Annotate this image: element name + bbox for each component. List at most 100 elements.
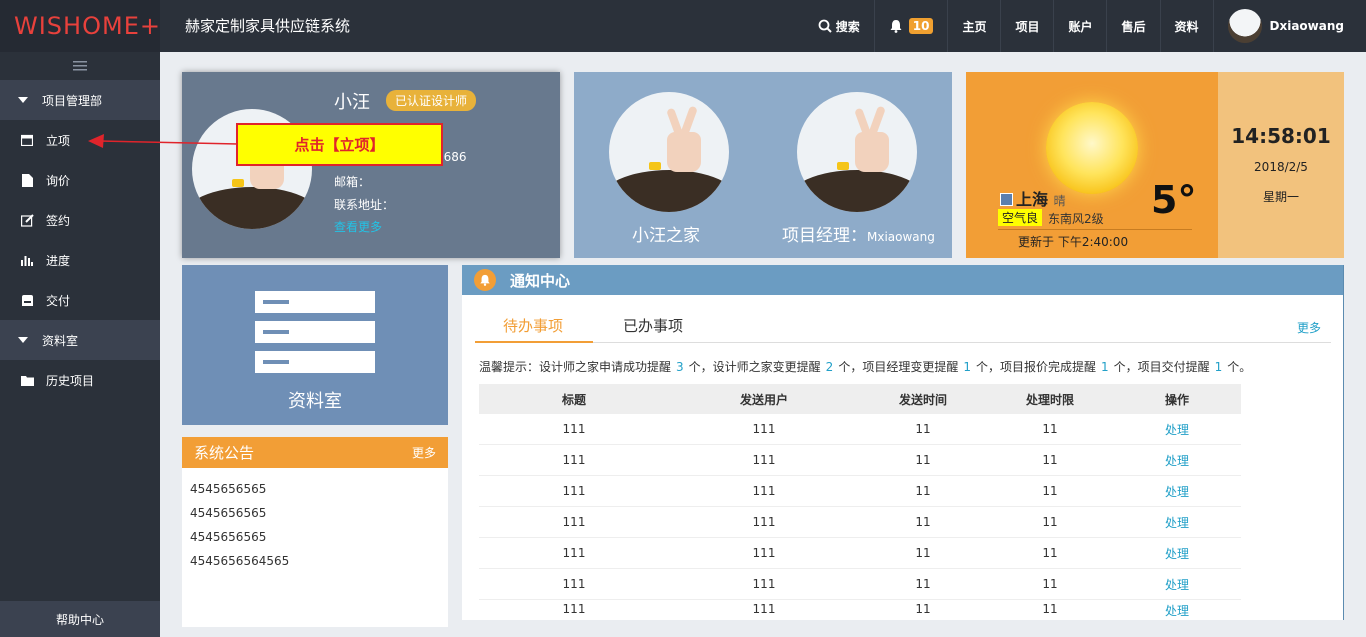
process-link[interactable]: 处理 [1113, 514, 1241, 531]
top-bar: WISHOME+ 赫家定制家具供应链系统 搜索 10 主页 项目 账户 售后 资… [0, 0, 1366, 52]
nav-home[interactable]: 主页 [947, 0, 1000, 52]
search-button[interactable]: 搜索 [804, 0, 874, 52]
clock-widget: 14:58:01 2018/2/5 星期一 [1218, 72, 1344, 258]
tip-count[interactable]: 1 [1101, 360, 1109, 374]
manager-prefix: 项目经理： [782, 226, 867, 246]
notification-tabs: 待办事项 已办事项 更多 [474, 313, 1331, 343]
tip-count[interactable]: 1 [963, 360, 971, 374]
sidebar-item-contract[interactable]: 签约 [0, 200, 160, 240]
notifications-more-link[interactable]: 更多 [1297, 319, 1321, 336]
sidebar-item-inquiry[interactable]: 询价 [0, 160, 160, 200]
search-icon [818, 19, 832, 33]
column-header: 发送时间 [898, 392, 947, 407]
sidebar-item-label: 签约 [46, 213, 71, 228]
location-dropdown-icon[interactable] [1000, 193, 1013, 206]
folder-icon [20, 373, 34, 387]
system-title: 赫家定制家具供应链系统 [185, 17, 351, 35]
weather-updated-time: 更新于 下午2:40:00 [1018, 235, 1129, 249]
announcement-item[interactable]: 4545656565 [190, 501, 440, 525]
bar-chart-icon [20, 253, 34, 267]
process-link[interactable]: 处理 [1113, 483, 1241, 500]
announcements-title: 系统公告 [194, 444, 255, 462]
view-more-link[interactable]: 查看更多 [334, 218, 382, 235]
designer-home-card[interactable]: 小汪之家 项目经理：Mxiaowang [574, 72, 952, 258]
notification-center: 通知中心 待办事项 已办事项 更多 温馨提示：设计师之家申请成功提醒 3 个，设计师… [462, 265, 1344, 620]
table-header: 标题 发送用户 发送时间 处理时限 操作 [479, 384, 1241, 414]
archive-tile[interactable]: 资料室 [182, 265, 448, 425]
sidebar-item-history-projects[interactable]: 历史项目 [0, 360, 160, 400]
certified-designer-badge: 已认证设计师 [386, 90, 477, 111]
user-menu[interactable]: Dxiaowang [1212, 0, 1366, 52]
nav-after-sales[interactable]: 售后 [1106, 0, 1159, 52]
bell-icon [890, 20, 902, 33]
nav-project[interactable]: 项目 [1000, 0, 1053, 52]
callout-arrow [88, 134, 238, 148]
sidebar-item-label: 历史项目 [46, 373, 95, 388]
process-link[interactable]: 处理 [1113, 452, 1241, 469]
clock-weekday: 星期一 [1262, 190, 1299, 204]
table-row: 111 111 11 11 处理 [479, 414, 1241, 445]
sidebar-group-project-management[interactable]: 项目管理部 [0, 80, 160, 120]
username: Dxiaowang [1269, 19, 1344, 33]
nav-account[interactable]: 账户 [1053, 0, 1106, 52]
weather-divider [998, 229, 1192, 230]
system-announcements: 系统公告 更多 4545656565 4545656565 4545656565… [182, 437, 448, 627]
weather-condition: 晴 [1053, 194, 1066, 208]
table-row: 111 111 11 11 处理 [479, 600, 1241, 618]
announcement-item[interactable]: 4545656565 [190, 525, 440, 549]
announcement-item[interactable]: 4545656564565 [190, 549, 440, 573]
sidebar-item-label: 交付 [46, 293, 71, 308]
inbox-icon [20, 293, 34, 307]
help-center-link[interactable]: 帮助中心 [0, 601, 160, 637]
announcements-more-link[interactable]: 更多 [412, 444, 436, 461]
edit-icon [20, 213, 34, 227]
hamburger-icon [73, 61, 87, 71]
sidebar-group-label: 资料室 [42, 333, 79, 348]
tab-done[interactable]: 已办事项 [623, 315, 683, 336]
calendar-icon [20, 133, 34, 147]
bell-icon [474, 269, 496, 291]
tip-count[interactable]: 2 [826, 360, 834, 374]
tip-count[interactable]: 1 [1215, 360, 1223, 374]
process-link[interactable]: 处理 [1113, 602, 1241, 618]
archive-icon [255, 291, 375, 313]
home-label: 小汪之家 [632, 226, 700, 246]
weather-city: 上海 晴 [1016, 186, 1066, 210]
air-quality-badge: 空气良 [998, 209, 1043, 226]
manager-avatar [797, 92, 917, 212]
search-label: 搜索 [835, 19, 860, 34]
column-header: 标题 [561, 392, 586, 407]
address-label: 联系地址： [334, 198, 395, 212]
callout-click-initiate: 点击【立项】 [236, 123, 443, 166]
home-avatar [609, 92, 729, 212]
process-link[interactable]: 处理 [1113, 545, 1241, 562]
wind-info: 东南风2级 [1048, 212, 1104, 226]
clock-time: 14:58:01 [1231, 124, 1331, 148]
tip-count[interactable]: 3 [676, 360, 684, 374]
caret-down-icon [18, 337, 28, 343]
avatar [1227, 9, 1262, 43]
announcement-item[interactable]: 4545656565 [190, 477, 440, 501]
manager-name: Mxiaowang [867, 230, 935, 244]
sidebar-item-label: 进度 [46, 253, 71, 268]
city-name: 上海 [1016, 190, 1049, 209]
manager-label: 项目经理：Mxiaowang [782, 221, 935, 246]
sidebar-item-label: 询价 [46, 173, 71, 188]
clock-date: 2018/2/5 [1254, 160, 1308, 174]
process-link[interactable]: 处理 [1113, 421, 1241, 438]
menu-toggle[interactable] [0, 52, 160, 80]
table-row: 111 111 11 11 处理 [479, 507, 1241, 538]
sidebar-group-archive[interactable]: 资料室 [0, 320, 160, 360]
sidebar-item-progress[interactable]: 进度 [0, 240, 160, 280]
process-link[interactable]: 处理 [1113, 576, 1241, 593]
sidebar-group-label: 项目管理部 [42, 93, 103, 108]
table-row: 111 111 11 11 处理 [479, 538, 1241, 569]
brand-logo[interactable]: WISHOME+ [0, 0, 160, 52]
announcements-header: 系统公告 更多 [182, 437, 448, 468]
tab-todo[interactable]: 待办事项 [474, 315, 594, 343]
nav-materials[interactable]: 资料 [1159, 0, 1213, 52]
sidebar-item-label: 立项 [46, 133, 71, 148]
sidebar-item-delivery[interactable]: 交付 [0, 280, 160, 320]
table-row: 111 111 11 11 处理 [479, 445, 1241, 476]
notification-button[interactable]: 10 [873, 0, 948, 52]
